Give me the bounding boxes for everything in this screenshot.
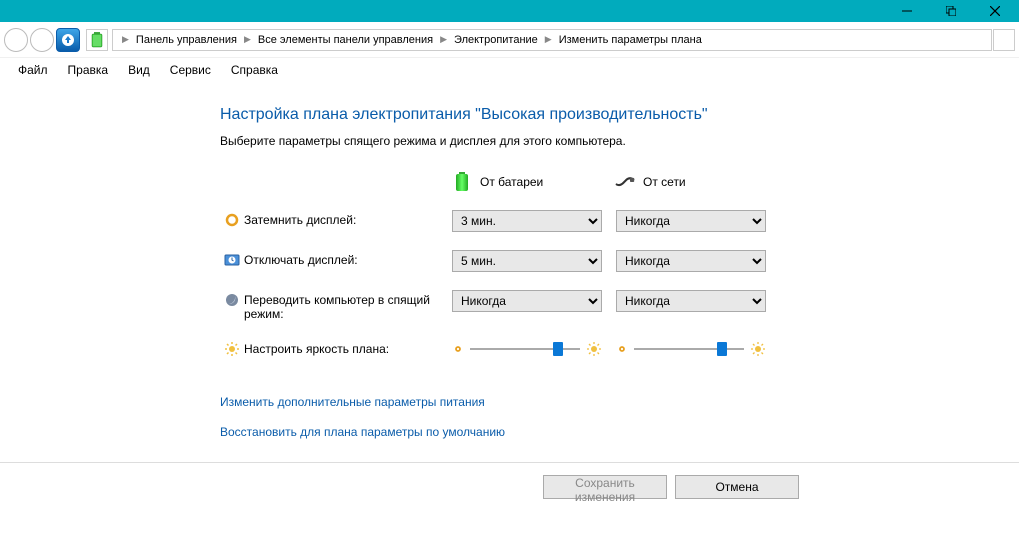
dim-battery-select[interactable]: 3 мин. (452, 210, 602, 232)
forward-button[interactable] (30, 28, 54, 52)
restore-defaults-link[interactable]: Восстановить для плана параметры по умол… (220, 425, 505, 439)
sun-big-icon (750, 341, 766, 357)
chevron-right-icon: ▶ (117, 34, 134, 45)
close-button[interactable] (973, 0, 1017, 22)
col-battery-label: От батареи (480, 175, 543, 189)
navigation-bar: ▶ Панель управления ▶ Все элементы панел… (0, 22, 1019, 58)
brightness-battery-thumb[interactable] (553, 342, 563, 356)
row-sleep: Переводить компьютер в спящий режим: Ник… (220, 290, 1019, 321)
display-off-ac-select[interactable]: Никогда (616, 250, 766, 272)
sun-small-icon (452, 343, 464, 355)
col-ac: От сети (615, 172, 778, 192)
chevron-right-icon: ▶ (435, 34, 452, 45)
menu-tools[interactable]: Сервис (160, 63, 221, 77)
crumb-1[interactable]: Все элементы панели управления (256, 34, 435, 46)
dim-label: Затемнить дисплей: (244, 210, 452, 227)
page-subtitle: Выберите параметры спящего режима и дисп… (220, 134, 1019, 148)
brightness-ac-slider[interactable] (616, 339, 766, 359)
dim-icon (220, 210, 244, 228)
chevron-right-icon: ▶ (540, 34, 557, 45)
column-headers: От батареи От сети (220, 172, 1019, 192)
footer: Сохранить изменения Отмена (0, 462, 1019, 510)
crumb-3[interactable]: Изменить параметры плана (557, 34, 704, 46)
content: Настройка плана электропитания "Высокая … (0, 82, 1019, 455)
sun-big-icon (586, 341, 602, 357)
brightness-icon (220, 339, 244, 357)
chevron-right-icon: ▶ (239, 34, 256, 45)
sleep-ac-select[interactable]: Никогда (616, 290, 766, 312)
row-dim: Затемнить дисплей: 3 мин. Никогда (220, 210, 1019, 232)
titlebar (0, 0, 1019, 22)
menu-edit[interactable]: Правка (58, 63, 119, 77)
minimize-button[interactable] (885, 0, 929, 22)
crumb-2[interactable]: Электропитание (452, 34, 540, 46)
sleep-icon (220, 290, 244, 308)
sleep-battery-select[interactable]: Никогда (452, 290, 602, 312)
brightness-label: Настроить яркость плана: (244, 339, 452, 356)
battery-icon-box (86, 29, 108, 51)
sleep-label: Переводить компьютер в спящий режим: (244, 290, 452, 321)
advanced-settings-link[interactable]: Изменить дополнительные параметры питани… (220, 395, 485, 409)
display-off-label: Отключать дисплей: (244, 250, 452, 267)
cancel-button[interactable]: Отмена (675, 475, 799, 499)
page-title: Настройка плана электропитания "Высокая … (220, 106, 1019, 124)
sun-small-icon (616, 343, 628, 355)
links-section: Изменить дополнительные параметры питани… (220, 395, 1019, 455)
crumb-0[interactable]: Панель управления (134, 34, 239, 46)
display-off-battery-select[interactable]: 5 мин. (452, 250, 602, 272)
menu-bar: Файл Правка Вид Сервис Справка (0, 58, 1019, 82)
maximize-button[interactable] (929, 0, 973, 22)
breadcrumb[interactable]: ▶ Панель управления ▶ Все элементы панел… (112, 29, 992, 51)
brightness-battery-slider[interactable] (452, 339, 602, 359)
dim-ac-select[interactable]: Никогда (616, 210, 766, 232)
row-display-off: Отключать дисплей: 5 мин. Никогда (220, 250, 1019, 272)
menu-view[interactable]: Вид (118, 63, 160, 77)
brightness-ac-thumb[interactable] (717, 342, 727, 356)
plug-icon (615, 172, 635, 192)
breadcrumb-dropdown[interactable] (993, 29, 1015, 51)
display-off-icon (220, 250, 244, 268)
save-button[interactable]: Сохранить изменения (543, 475, 667, 499)
col-ac-label: От сети (643, 175, 686, 189)
battery-icon (452, 172, 472, 192)
menu-file[interactable]: Файл (8, 63, 58, 77)
col-battery: От батареи (452, 172, 615, 192)
row-brightness: Настроить яркость плана: (220, 339, 1019, 359)
menu-help[interactable]: Справка (221, 63, 288, 77)
up-button[interactable] (56, 28, 80, 52)
back-button[interactable] (4, 28, 28, 52)
